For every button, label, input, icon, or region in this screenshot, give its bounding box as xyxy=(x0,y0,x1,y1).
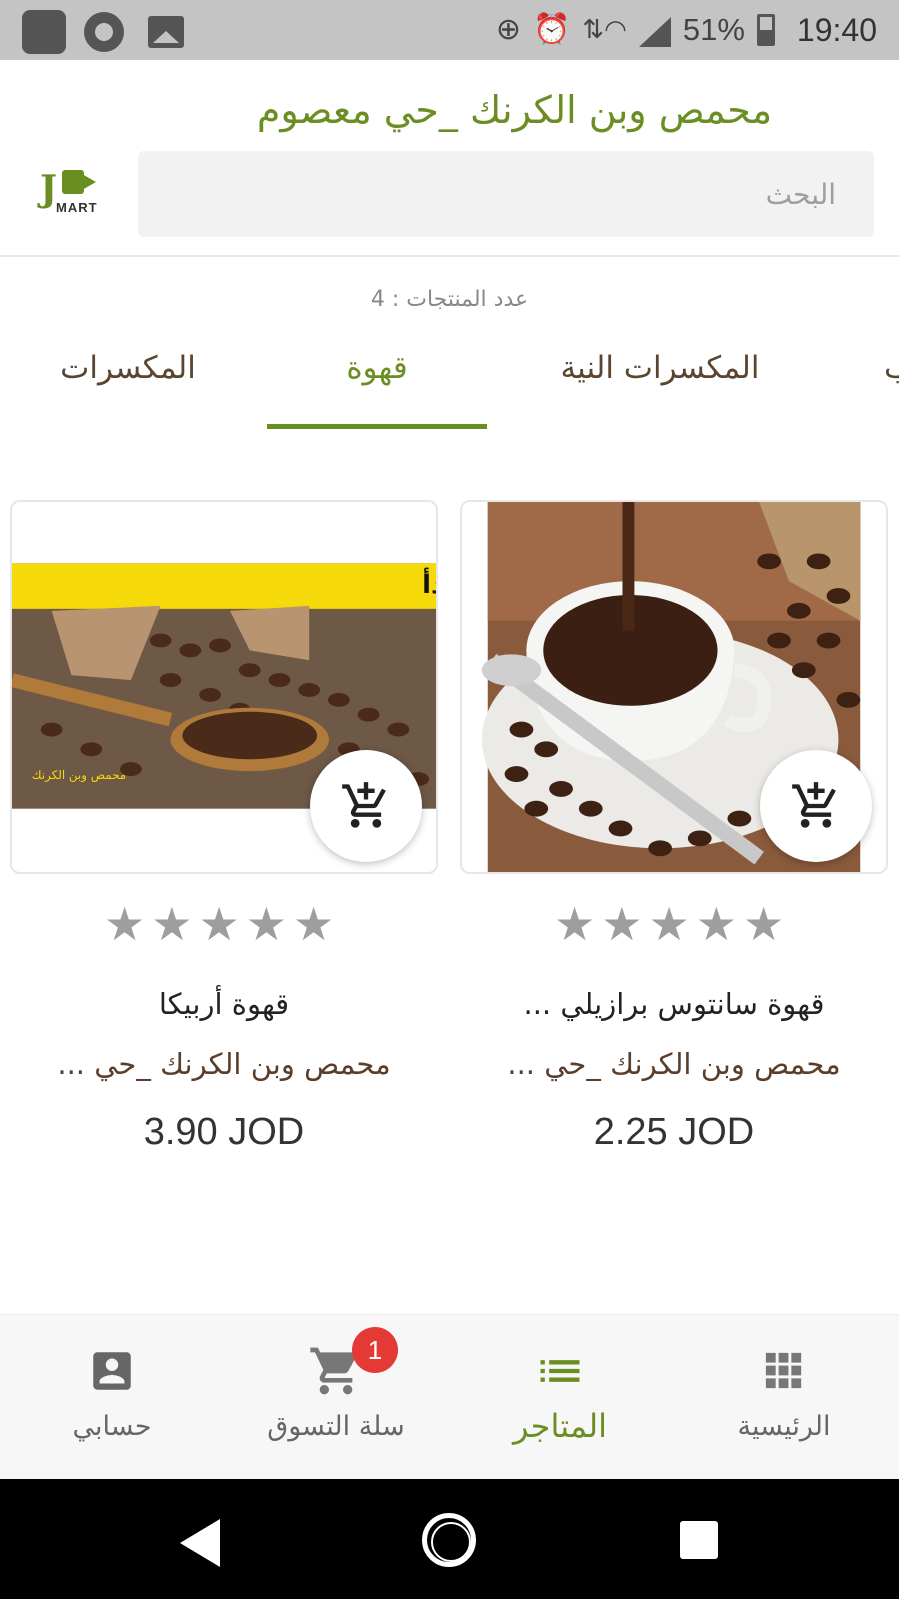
home-icon[interactable] xyxy=(422,1513,476,1567)
product-store: محمص وبن الكرنك _حي ... xyxy=(507,1047,841,1081)
product-count: عدد المنتجات : 4 xyxy=(370,287,529,312)
status-system-icons: ⊕ ⏰ ⇅◠ 51% 19:40 xyxy=(496,8,877,52)
header: محمص وبن الكرنك _حي معصوم J MART xyxy=(0,60,899,257)
nav-cart-icon-wrap xyxy=(224,1343,448,1399)
category-tabs: المكسرات قهوة المكسرات النية ب xyxy=(0,340,899,430)
signal-icon xyxy=(638,17,671,47)
data-saver-icon: ⊕ xyxy=(495,12,522,47)
star-icon: ★ xyxy=(743,897,785,951)
store-title: محمص وبن الكرنك _حي معصوم xyxy=(256,88,773,132)
product-price: 2.25 JOD xyxy=(593,1111,755,1153)
search-box[interactable] xyxy=(138,151,874,237)
nav-account[interactable]: حسابي xyxy=(0,1315,224,1480)
nav-cart[interactable]: 1 سلة التسوق xyxy=(224,1315,448,1480)
star-icon: ★ xyxy=(648,897,690,951)
star-icon: ★ xyxy=(601,897,643,951)
chrome-icon xyxy=(84,12,124,52)
product-store: محمص وبن الكرنك _حي ... xyxy=(57,1047,391,1081)
nav-home-label: الرئيسية xyxy=(737,1411,831,1442)
add-cart-icon xyxy=(342,782,386,828)
status-bar: ⊕ ⏰ ⇅◠ 51% 19:40 xyxy=(0,0,899,60)
rating-stars: ★ ★ ★ ★ ★ xyxy=(104,901,334,947)
tab-active-indicator xyxy=(267,424,487,429)
battery-percent: 51% xyxy=(682,12,745,47)
tab-raw-nuts[interactable]: المكسرات النية xyxy=(545,350,775,386)
star-icon: ★ xyxy=(293,897,335,951)
star-icon: ★ xyxy=(104,897,146,951)
star-icon: ★ xyxy=(151,897,193,951)
nav-home[interactable]: الرئيسية xyxy=(672,1315,896,1480)
logo-arrow-icon xyxy=(82,174,96,190)
nav-home-icon-wrap xyxy=(672,1343,896,1399)
recent-apps-icon[interactable] xyxy=(680,1521,718,1559)
tab-nuts[interactable]: المكسرات xyxy=(48,350,208,386)
nav-stores-label: المتاجر xyxy=(513,1407,607,1445)
grid-icon xyxy=(765,1352,802,1389)
star-icon: ★ xyxy=(245,897,287,951)
logo-bag-icon xyxy=(62,170,84,194)
image-banner-text: قهوة ارابيكا الكيلو 3.90دأ xyxy=(422,567,436,600)
product-name[interactable]: قهوة أربيكا xyxy=(10,987,438,1021)
battery-icon xyxy=(756,14,775,46)
star-icon: ★ xyxy=(554,897,596,951)
nav-stores-icon-wrap xyxy=(448,1343,672,1399)
jmart-logo[interactable]: J MART xyxy=(36,168,106,220)
rating-stars: ★ ★ ★ ★ ★ xyxy=(554,901,784,947)
bottom-navigation: حسابي 1 سلة التسوق المتاجر الرئيسية xyxy=(0,1314,899,1479)
product-card[interactable] xyxy=(460,500,888,874)
wifi-icon: ⇅◠ xyxy=(582,15,627,45)
status-notification-icons xyxy=(22,10,184,54)
product-card[interactable]: محمص وبن الكرنك قهوة ارابيكا الكيلو 3.90… xyxy=(10,500,438,874)
image-watermark: محمص وبن الكرنك xyxy=(32,768,126,783)
alarm-icon: ⏰ xyxy=(533,12,571,47)
photo-icon xyxy=(148,16,184,48)
clock: 19:40 xyxy=(796,11,877,48)
logo-letter: J xyxy=(40,168,58,210)
add-to-cart-button[interactable] xyxy=(760,750,872,862)
nav-cart-label: سلة التسوق xyxy=(267,1411,405,1442)
tab-partial[interactable]: ب xyxy=(884,350,899,386)
nav-stores[interactable]: المتاجر xyxy=(448,1315,672,1480)
tab-coffee[interactable]: قهوة xyxy=(307,350,447,386)
system-navigation-bar xyxy=(0,1479,899,1599)
nav-account-label: حسابي xyxy=(72,1411,152,1442)
app-notification-icon xyxy=(22,10,66,54)
list-icon xyxy=(540,1360,580,1382)
product-name[interactable]: قهوة سانتوس برازيلي ... xyxy=(460,987,888,1021)
product-price: 3.90 JOD xyxy=(143,1111,305,1153)
cart-count-badge: 1 xyxy=(352,1327,398,1373)
star-icon: ★ xyxy=(695,897,737,951)
search-input[interactable] xyxy=(138,151,874,237)
star-icon: ★ xyxy=(198,897,240,951)
account-icon xyxy=(93,1352,131,1390)
add-cart-icon xyxy=(792,782,836,828)
back-icon[interactable] xyxy=(180,1519,220,1567)
add-to-cart-button[interactable] xyxy=(310,750,422,862)
nav-account-icon-wrap xyxy=(0,1343,224,1399)
logo-text: MART xyxy=(56,200,98,215)
